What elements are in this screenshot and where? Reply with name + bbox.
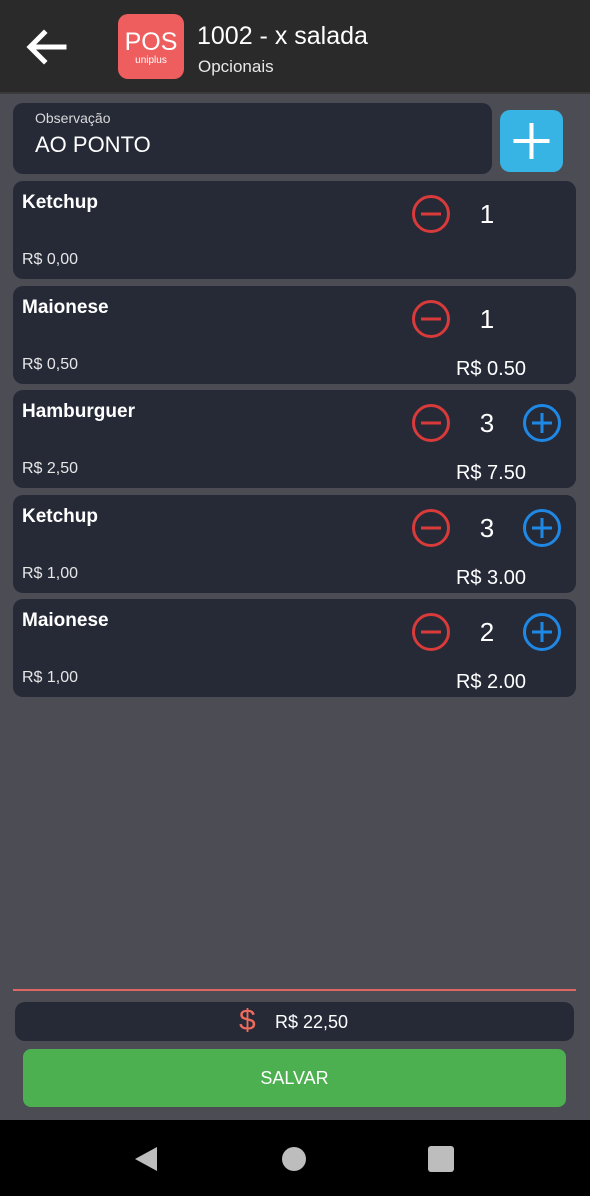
observation-field[interactable]: Observação AO PONTO — [13, 103, 492, 174]
item-total: R$ 7.50 — [455, 462, 526, 484]
item-name: Ketchup — [22, 192, 98, 213]
item-quantity: 1 — [479, 303, 495, 334]
page-title: 1002 - x salada — [197, 22, 368, 50]
minus-circle-icon[interactable] — [411, 403, 451, 443]
back-arrow-icon[interactable] — [22, 24, 70, 72]
list-item: Hamburguer R$ 2,50 3 R$ 7.50 — [13, 390, 576, 488]
plus-circle-icon[interactable] — [522, 403, 562, 443]
nav-recents-icon[interactable] — [428, 1146, 454, 1172]
item-quantity: 3 — [479, 408, 495, 438]
plus-circle-icon[interactable] — [522, 508, 562, 548]
total-bar: $ R$ 22,50 — [15, 1002, 574, 1041]
item-unit-price: R$ 0,00 — [22, 251, 79, 268]
item-name: Maionese — [22, 296, 109, 318]
save-button[interactable]: SALVAR — [23, 1049, 566, 1107]
list-item: Ketchup R$ 0,00 1 — [13, 181, 576, 279]
item-name: Hamburguer — [22, 401, 135, 422]
minus-circle-icon[interactable] — [411, 299, 451, 339]
item-unit-price: R$ 0,50 — [22, 355, 79, 373]
item-total: R$ 2.00 — [455, 671, 526, 693]
list-item: Maionese R$ 1,00 2 R$ 2.00 — [13, 599, 576, 697]
minus-circle-icon[interactable] — [411, 612, 451, 652]
item-total: R$ 0.50 — [455, 357, 526, 380]
item-name: Ketchup — [22, 505, 98, 527]
list-item: Maionese R$ 0,50 1 R$ 0.50 — [13, 285, 576, 384]
list-item: Ketchup R$ 1,00 3 R$ 3.00 — [13, 494, 576, 593]
item-unit-price: R$ 2,50 — [22, 460, 79, 477]
item-quantity: 1 — [479, 199, 495, 229]
plus-icon — [513, 123, 550, 159]
dollar-icon: $ — [239, 1004, 256, 1037]
divider — [13, 989, 576, 991]
item-quantity: 2 — [479, 617, 495, 647]
item-unit-price: R$ 1,00 — [22, 564, 79, 582]
item-name: Maionese — [22, 610, 109, 631]
logo-subtext: uniplus — [135, 55, 167, 66]
nav-back-icon[interactable] — [133, 1145, 159, 1173]
item-total: R$ 3.00 — [455, 566, 526, 589]
logo-text: POS — [124, 28, 178, 56]
app-logo: POS uniplus — [118, 14, 184, 79]
observation-value[interactable]: AO PONTO — [35, 130, 151, 160]
minus-circle-icon[interactable] — [411, 508, 451, 548]
plus-circle-icon[interactable] — [522, 612, 562, 652]
app-bar: POS uniplus 1002 - x salada Opcionais — [0, 0, 590, 94]
item-quantity: 3 — [479, 512, 495, 543]
nav-home-icon[interactable] — [282, 1147, 306, 1171]
minus-circle-icon[interactable] — [411, 194, 451, 234]
page-subtitle: Opcionais — [198, 57, 274, 76]
item-unit-price: R$ 1,00 — [22, 669, 79, 686]
observation-label: Observação — [35, 110, 111, 126]
total-amount: R$ 22,50 — [275, 1012, 349, 1032]
add-observation-button[interactable] — [500, 110, 563, 172]
